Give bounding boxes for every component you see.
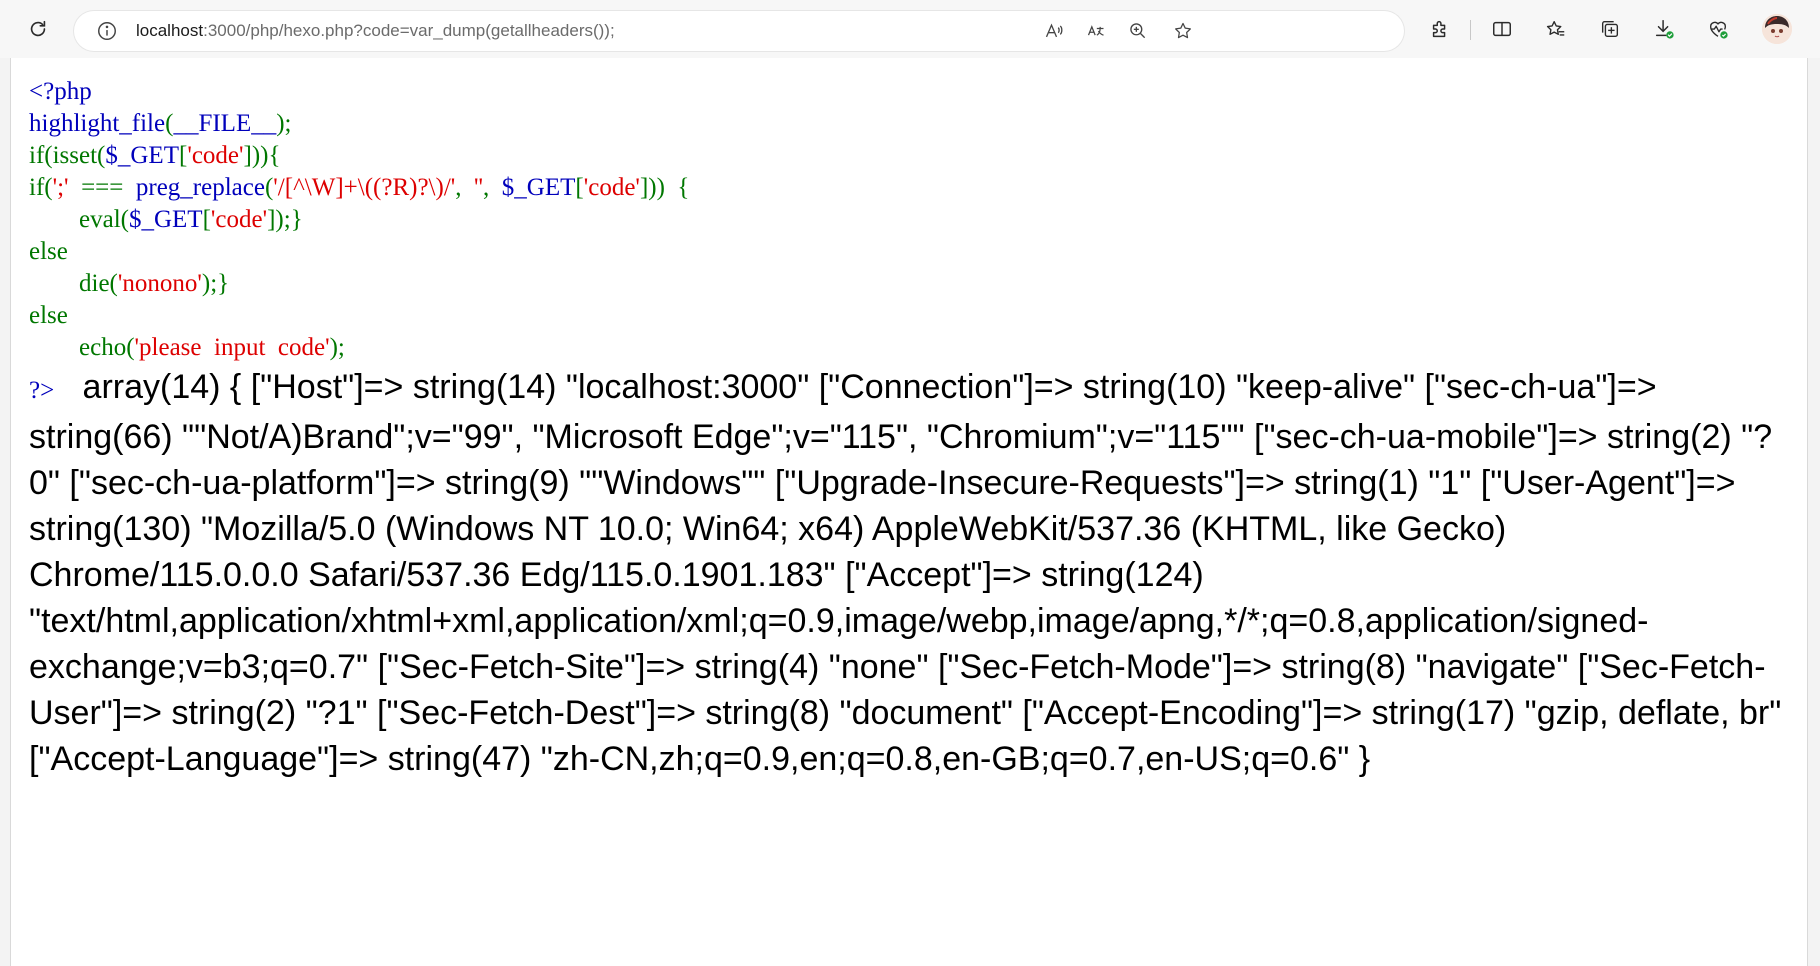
translate-icon[interactable] bbox=[1084, 19, 1108, 43]
star-icon[interactable] bbox=[1171, 19, 1195, 43]
code-token: __FILE__ bbox=[173, 110, 277, 137]
address-bar[interactable]: localhost:3000/php/hexo.php?code=var_dum… bbox=[74, 11, 1404, 51]
read-aloud-icon[interactable] bbox=[1042, 19, 1066, 43]
code-token: ); bbox=[276, 110, 292, 137]
zoom-icon[interactable] bbox=[1126, 19, 1150, 43]
code-token: 'code' bbox=[583, 174, 640, 201]
code-token: ]);} bbox=[267, 206, 303, 233]
php-close-tag: ?> bbox=[29, 377, 55, 404]
code-line: else bbox=[29, 300, 689, 332]
code-token: ); bbox=[329, 334, 345, 361]
refresh-icon[interactable] bbox=[22, 13, 54, 45]
code-line: eval($_GET['code']);} bbox=[29, 204, 689, 236]
code-token: highlight_file bbox=[29, 110, 166, 137]
info-icon[interactable] bbox=[96, 20, 118, 42]
code-line: echo('please input code'); bbox=[29, 332, 689, 364]
code-token: '/[^\W]+\((?R)?\)/' bbox=[273, 174, 456, 201]
puzzle-icon[interactable] bbox=[1424, 13, 1456, 45]
code-token: , bbox=[483, 174, 502, 201]
code-token: === bbox=[68, 174, 136, 201]
code-token: 'code' bbox=[210, 206, 268, 233]
code-line: highlight_file(__FILE__); bbox=[29, 108, 689, 140]
code-token: echo( bbox=[29, 334, 135, 361]
url-host: localhost bbox=[136, 21, 204, 40]
avatar[interactable] bbox=[1762, 14, 1792, 44]
code-token: eval( bbox=[29, 206, 129, 233]
code-token: ])){ bbox=[243, 142, 281, 169]
code-line: <?php bbox=[29, 76, 689, 108]
code-token: 'please input code' bbox=[134, 334, 330, 361]
url-path: :3000/php/hexo.php?code=var_dump(getallh… bbox=[203, 21, 615, 40]
collections-icon[interactable] bbox=[1594, 13, 1626, 45]
code-token: $_GET bbox=[128, 206, 203, 233]
code-token: else bbox=[29, 302, 68, 329]
code-token: $_GET bbox=[501, 174, 576, 201]
code-token: if( bbox=[29, 174, 53, 201]
code-token: );} bbox=[201, 270, 230, 297]
code-token: ';' bbox=[52, 174, 69, 201]
browser-toolbar: localhost:3000/php/hexo.php?code=var_dum… bbox=[0, 0, 1820, 58]
code-token: ])) { bbox=[639, 174, 690, 201]
toolbar-divider bbox=[1470, 20, 1471, 40]
code-token: <?php bbox=[29, 78, 92, 105]
code-token: else bbox=[29, 238, 68, 265]
code-token: if(isset( bbox=[29, 142, 106, 169]
url-text[interactable]: localhost:3000/php/hexo.php?code=var_dum… bbox=[136, 21, 615, 41]
page-content: <?php highlight_file(__FILE__); if(isset($… bbox=[10, 58, 1808, 966]
code-token: '' bbox=[474, 174, 484, 201]
code-line: die('nonono');} bbox=[29, 268, 689, 300]
code-line: if(isset($_GET['code'])){ bbox=[29, 140, 689, 172]
var-dump-output: ?> array(14) { ["Host"]=> string(14) "lo… bbox=[29, 364, 1784, 782]
code-line: else bbox=[29, 236, 689, 268]
code-token: [ bbox=[575, 174, 584, 201]
favorites-icon[interactable] bbox=[1540, 13, 1572, 45]
code-token: 'nonono' bbox=[117, 270, 202, 297]
download-icon[interactable] bbox=[1648, 13, 1680, 45]
code-token: die( bbox=[29, 270, 118, 297]
code-token: , bbox=[455, 174, 475, 201]
heartbeat-icon[interactable] bbox=[1702, 13, 1734, 45]
php-source-code: <?php highlight_file(__FILE__); if(isset($… bbox=[29, 76, 689, 364]
code-token: 'code' bbox=[187, 142, 244, 169]
split-screen-icon[interactable] bbox=[1486, 13, 1518, 45]
headers-dump-text: array(14) { ["Host"]=> string(14) "local… bbox=[29, 368, 1782, 778]
code-token: preg_replace bbox=[135, 174, 265, 201]
code-token: [ bbox=[202, 206, 211, 233]
code-token: $_GET bbox=[105, 142, 179, 169]
code-line: if(';' === preg_replace('/[^\W]+\((?R)?\… bbox=[29, 172, 689, 204]
